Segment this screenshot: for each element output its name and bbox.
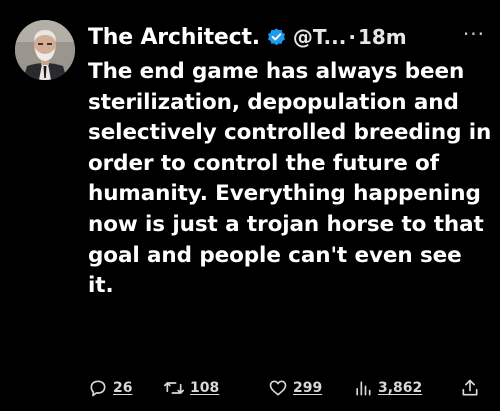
avatar-image xyxy=(15,20,75,80)
tweet-timestamp[interactable]: 18m xyxy=(358,25,407,49)
retweet-icon xyxy=(163,382,184,394)
share-icon xyxy=(462,379,478,396)
retweet-button[interactable]: 108 xyxy=(163,375,219,401)
header-separator: · xyxy=(348,25,356,49)
action-bar: 26 108 299 3,862 xyxy=(88,375,488,401)
reply-icon xyxy=(90,380,106,397)
reply-count: 26 xyxy=(113,380,133,396)
tweet-text: The end game has always been sterilizati… xyxy=(88,59,492,299)
author-handle[interactable]: @T... xyxy=(293,25,346,49)
author-name[interactable]: The Architect. xyxy=(88,25,260,50)
verified-badge-icon xyxy=(266,27,287,48)
view-count: 3,862 xyxy=(378,380,423,396)
reply-button[interactable]: 26 xyxy=(88,375,132,401)
heart-icon xyxy=(269,380,287,396)
avatar[interactable] xyxy=(15,20,75,80)
more-options-icon[interactable]: ··· xyxy=(463,22,485,46)
like-count: 299 xyxy=(293,380,323,396)
like-button[interactable]: 299 xyxy=(268,375,322,401)
share-button[interactable] xyxy=(460,375,480,401)
tweet-header: The Architect. @T... · 18m ··· xyxy=(88,20,493,54)
views-button[interactable]: 3,862 xyxy=(353,375,422,401)
retweet-count: 108 xyxy=(190,380,220,396)
views-chart-icon xyxy=(356,381,371,396)
tweet-card[interactable]: The Architect. @T... · 18m ··· The end g… xyxy=(0,0,500,411)
